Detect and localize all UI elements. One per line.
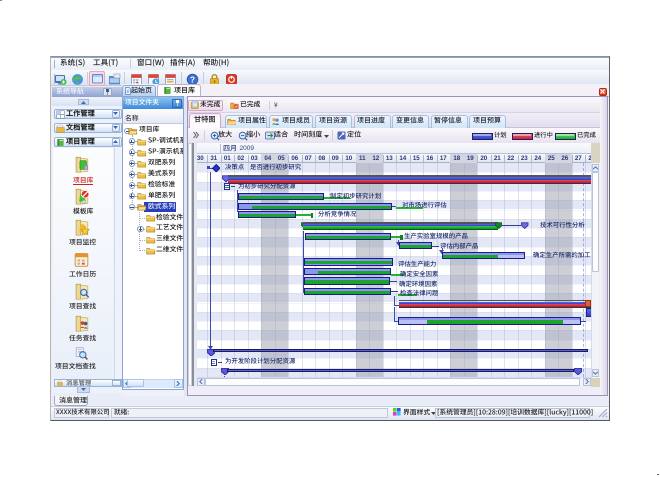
svg-text:?: ? [190,75,195,84]
